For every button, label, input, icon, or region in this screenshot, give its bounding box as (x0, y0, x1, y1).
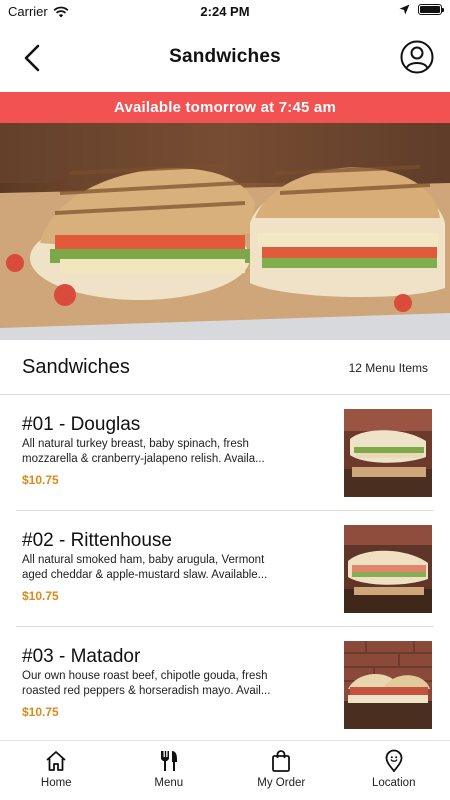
item-name: #03 - Matador (22, 646, 141, 667)
battery-icon (418, 4, 444, 15)
tab-home[interactable]: Home (0, 741, 113, 800)
section-title: Sandwiches (22, 356, 130, 378)
item-description: Our own house roast beef, chipotle gouda… (22, 670, 271, 697)
tab-menu[interactable]: Menu (113, 741, 226, 800)
item-description: All natural turkey breast, baby spinach,… (22, 438, 265, 465)
shopping-bag-icon (272, 750, 291, 772)
item-price: $10.75 (22, 473, 59, 487)
item-thumbnail (344, 525, 432, 613)
tab-location[interactable]: Location (338, 741, 450, 800)
status-bar: Carrier 2:24 PM (0, 0, 450, 24)
profile-button[interactable] (400, 40, 434, 74)
tab-my-order[interactable]: My Order (225, 741, 338, 800)
item-thumbnail (344, 409, 432, 497)
tab-location-label: Location (372, 777, 416, 789)
section-header: Sandwiches 12 Menu Items (0, 340, 450, 395)
menu-item-matador[interactable]: #03 - Matador Our own house roast beef, … (16, 627, 434, 743)
menu-item-douglas[interactable]: #01 - Douglas All natural turkey breast,… (16, 395, 434, 511)
tab-my-order-label: My Order (257, 777, 306, 789)
bottom-tab-bar: Home Menu My Order Location (0, 740, 450, 800)
availability-banner: Available tomorrow at 7:45 am (0, 92, 450, 123)
item-name: #01 - Douglas (22, 414, 141, 435)
item-price: $10.75 (22, 705, 59, 719)
page-title: Sandwiches (169, 46, 281, 67)
menu-list: #01 - Douglas All natural turkey breast,… (0, 395, 450, 743)
navigation-bar: Sandwiches (0, 24, 450, 92)
location-arrow-icon (399, 4, 410, 15)
user-profile-icon (400, 40, 434, 74)
menu-item-rittenhouse[interactable]: #02 - Rittenhouse All natural smoked ham… (16, 511, 434, 627)
home-icon (46, 751, 66, 771)
tab-home-label: Home (40, 777, 72, 789)
hero-sandwich-image (0, 123, 450, 340)
item-description: All natural smoked ham, baby arugula, Ve… (22, 554, 268, 581)
item-name: #02 - Rittenhouse (22, 530, 172, 551)
menu-item-count: 12 Menu Items (348, 361, 428, 375)
item-thumbnail (344, 641, 432, 729)
status-time: 2:24 PM (200, 4, 250, 19)
item-price: $10.75 (22, 589, 59, 603)
location-pin-icon (385, 749, 403, 773)
fork-knife-icon (160, 751, 177, 771)
tab-menu-label: Menu (154, 777, 184, 789)
